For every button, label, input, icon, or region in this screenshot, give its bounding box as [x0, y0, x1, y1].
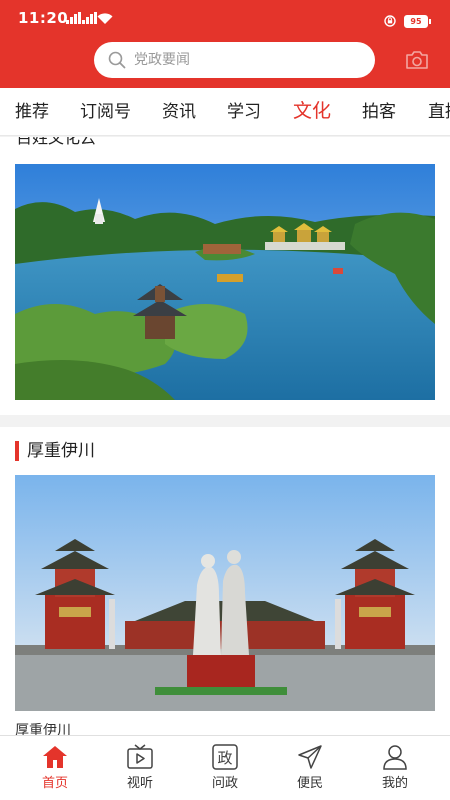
nav-label: 便民: [296, 776, 323, 791]
card-title[interactable]: 百姓文化云: [16, 137, 96, 148]
feed-card[interactable]: 厚重伊川 厚重伊川: [0, 427, 450, 735]
nav-home[interactable]: 首页: [20, 736, 90, 800]
nav-label: 问政: [211, 776, 238, 791]
section-title[interactable]: 厚重伊川: [27, 439, 95, 463]
tab-subscribe[interactable]: 订阅号: [80, 100, 131, 124]
svg-text:政: 政: [217, 749, 232, 767]
tab-paike[interactable]: 拍客: [362, 100, 396, 124]
nav-label: 我的: [381, 776, 408, 791]
nav-inquiry[interactable]: 政 问政: [190, 736, 260, 800]
wifi-icon: [97, 13, 113, 24]
status-time: 11:20: [18, 9, 69, 27]
content-feed: 百姓文化云 厚重伊川 厚重伊川: [0, 137, 450, 735]
statues-square-photo[interactable]: [15, 475, 435, 711]
tab-live[interactable]: 直播: [428, 100, 450, 124]
category-tabs: 推荐 订阅号 资讯 学习 文化 拍客 直播: [0, 88, 450, 136]
status-bar: 11:20 95: [0, 0, 450, 34]
nav-services[interactable]: 便民: [275, 736, 345, 800]
zheng-icon: 政: [212, 744, 238, 770]
paper-plane-icon: [298, 745, 322, 769]
signal-icon: [66, 12, 81, 24]
card-caption[interactable]: 厚重伊川: [15, 720, 71, 735]
search-placeholder[interactable]: 党政要闻: [134, 51, 190, 69]
nav-label: 视听: [126, 776, 153, 791]
user-icon: [383, 745, 407, 770]
tv-play-icon: [127, 744, 153, 769]
bottom-nav: 首页 视听 政 问政 便民 我的: [0, 735, 450, 800]
section-marker: [15, 441, 19, 461]
nav-audiovisual[interactable]: 视听: [105, 736, 175, 800]
search-bar[interactable]: 党政要闻: [94, 42, 375, 78]
orientation-lock-icon: [384, 15, 396, 27]
search-icon: [108, 51, 126, 69]
tab-study[interactable]: 学习: [227, 100, 261, 124]
camera-icon[interactable]: [405, 50, 429, 70]
home-icon: [43, 746, 67, 768]
lake-pavilion-photo[interactable]: [15, 164, 435, 400]
signal-icon-2: [82, 12, 97, 24]
tab-recommend[interactable]: 推荐: [15, 100, 49, 124]
battery-icon: 95: [404, 15, 431, 28]
nav-label: 首页: [41, 776, 68, 791]
feed-card[interactable]: 百姓文化云: [0, 137, 450, 415]
nav-mine[interactable]: 我的: [360, 736, 430, 800]
tab-culture[interactable]: 文化: [293, 99, 331, 123]
app-header: 11:20 95 党政要闻: [0, 0, 450, 88]
tab-news[interactable]: 资讯: [162, 100, 196, 124]
